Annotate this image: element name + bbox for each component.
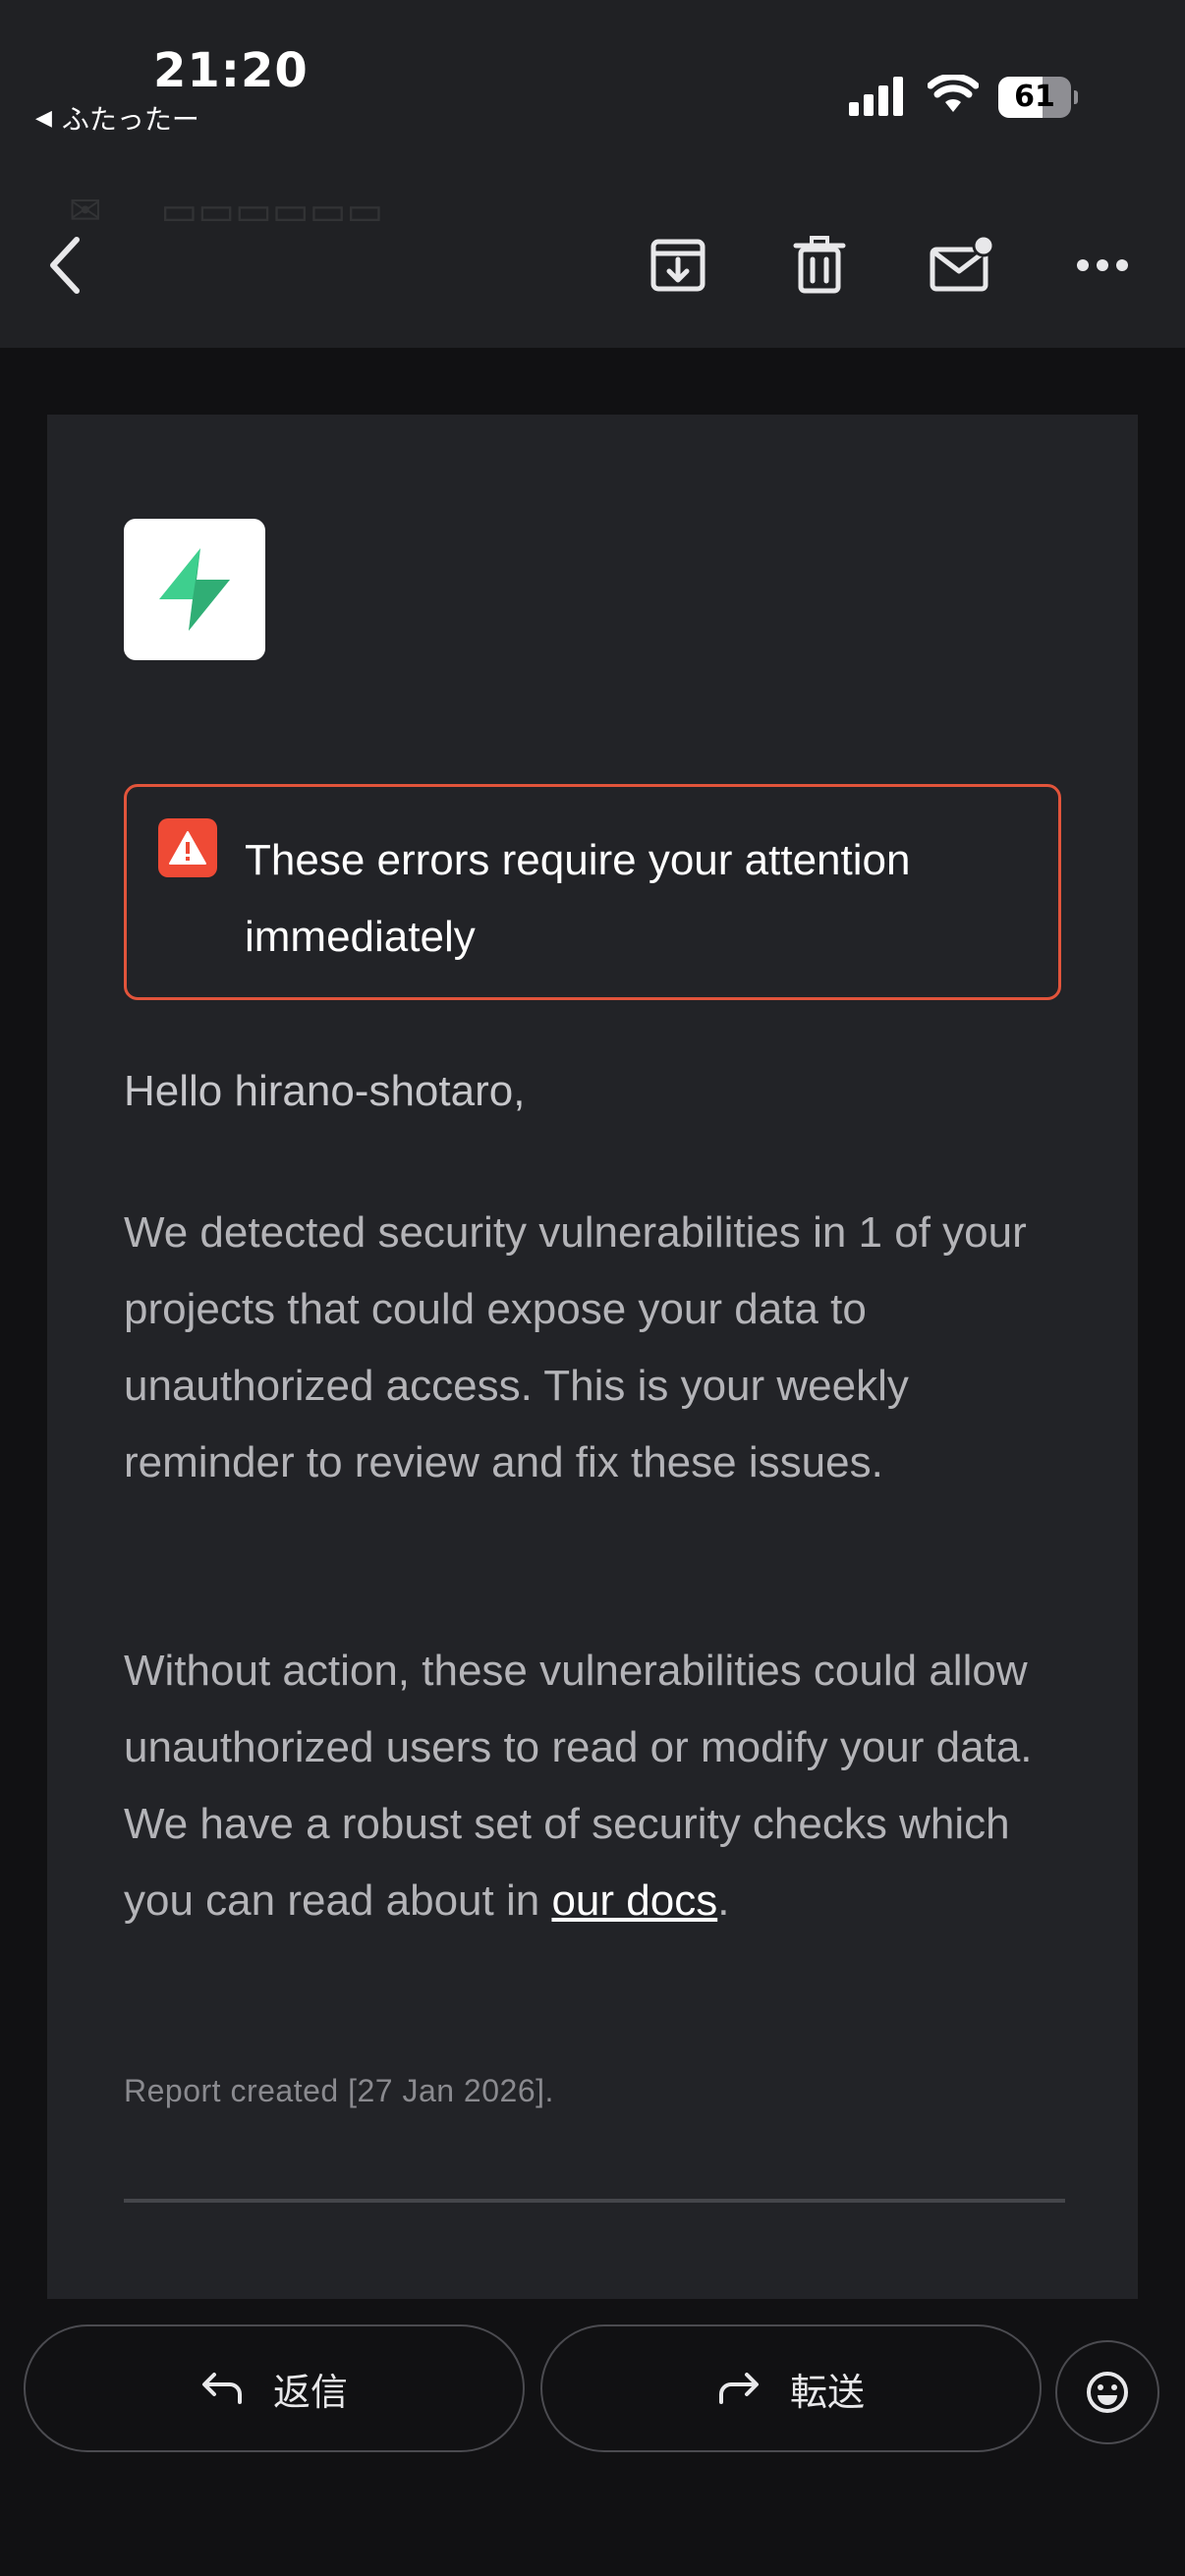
divider [124,2199,1065,2203]
error-alert: These errors require your attention imme… [124,784,1061,1000]
reply-arrow-icon [201,2373,242,2404]
sender-logo [124,519,265,660]
email-body: These errors require your attention imme… [47,415,1138,2299]
back-app-label: ふたったー [61,103,199,136]
battery-indicator: 61 [998,77,1078,118]
docs-link[interactable]: our docs [551,1876,717,1925]
reply-label: 返信 [272,2370,348,2414]
archive-button[interactable] [639,226,717,305]
forward-arrow-icon [718,2373,759,2404]
ghost-header-row: ✉ ▭▭▭▭▭▭ [69,190,384,233]
back-button[interactable] [26,226,104,305]
top-bar: 21:20 ◀ ふたったー 61 ✉ ▭▭▭▭▭▭ [0,0,1185,348]
more-icon [1077,259,1128,271]
delete-button[interactable] [780,226,859,305]
forward-label: 転送 [789,2370,865,2414]
more-options-button[interactable] [1063,226,1142,305]
paragraph-2-end: . [717,1876,730,1925]
bottom-action-bar: 返信 転送 [0,2299,1185,2576]
smiley-icon [1087,2372,1128,2413]
body-paragraph-1: We detected security vulnerabilities in … [124,1208,1027,1486]
trash-icon [793,236,846,294]
lightning-bolt-icon [159,548,230,631]
alert-message: These errors require your attention imme… [245,836,911,961]
body-paragraph-2: Without action, these vulnerabilities co… [124,1633,1087,1939]
cellular-signal-icon [849,77,903,116]
back-arrow-icon [50,237,80,294]
warning-icon [158,818,217,877]
email-screen: 21:20 ◀ ふたったー 61 ✉ ▭▭▭▭▭▭ These errors r… [0,0,1185,2576]
greeting: Hello hirano-shotaro, [124,1067,526,1115]
archive-icon [650,239,705,292]
back-to-app-link[interactable]: ◀ ふたったー [35,98,199,138]
status-time: 21:20 [153,43,309,98]
emoji-reaction-button[interactable] [1055,2340,1159,2444]
battery-level: 61 [1014,80,1055,114]
reply-button[interactable]: 返信 [24,2324,525,2452]
wifi-icon [928,75,979,112]
back-triangle-icon: ◀ [35,105,52,131]
report-date: Report created [27 Jan 2026]. [124,2073,554,2108]
mark-unread-icon [930,236,993,292]
mark-unread-button[interactable] [922,226,1000,305]
forward-button[interactable]: 転送 [540,2324,1042,2452]
